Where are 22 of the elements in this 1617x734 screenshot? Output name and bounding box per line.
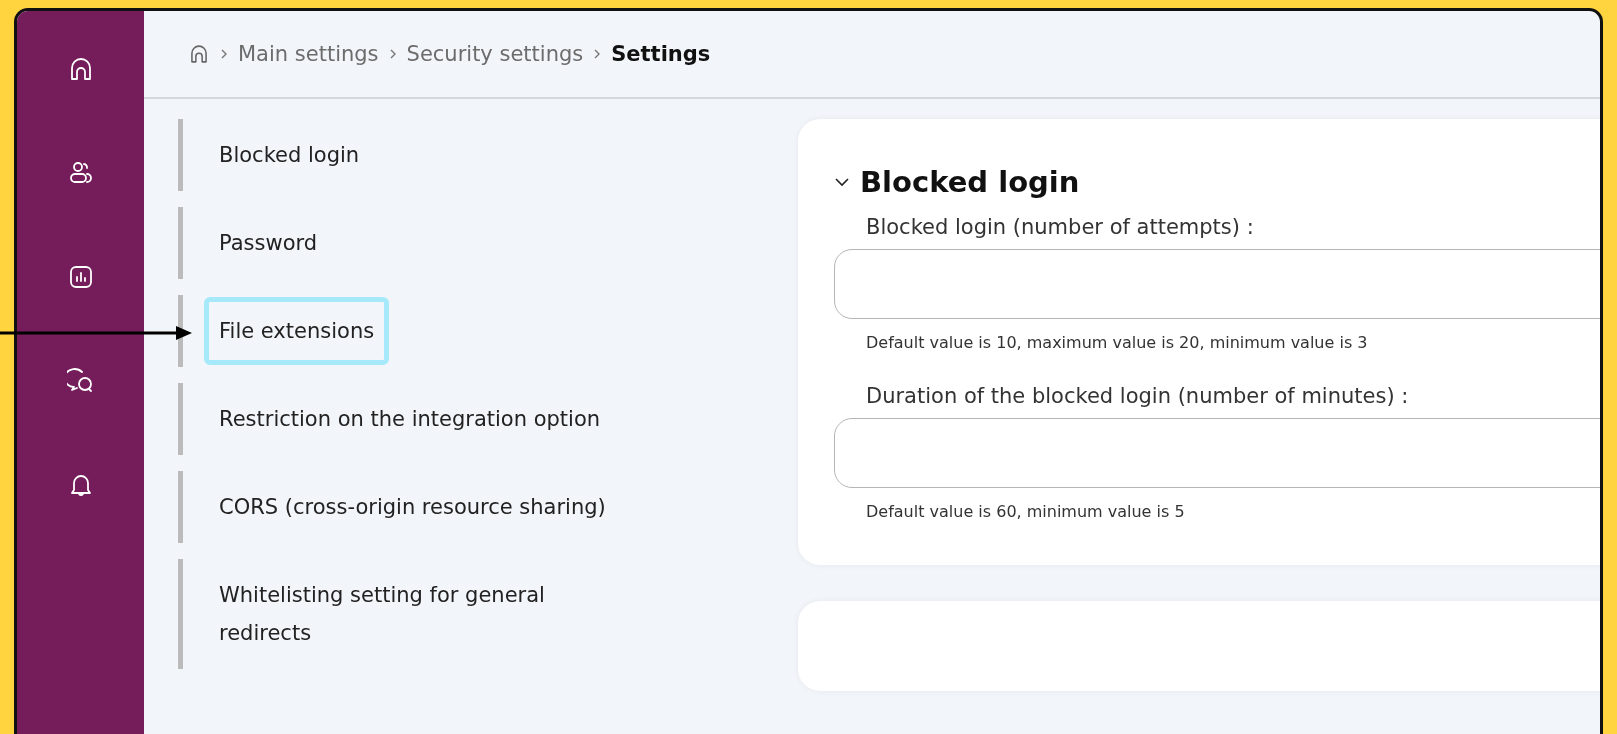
input-field[interactable] bbox=[834, 418, 1600, 488]
breadcrumb-link[interactable]: Security settings bbox=[406, 42, 584, 66]
breadcrumb-link[interactable]: Main settings bbox=[238, 42, 379, 66]
chevron-right-icon bbox=[593, 48, 602, 60]
nav-item[interactable]: File extensions bbox=[204, 297, 390, 365]
help-text: Default value is 10, maximum value is 20, minimum value is 3 bbox=[865, 333, 1369, 352]
chat-icon[interactable] bbox=[66, 367, 95, 395]
home-icon[interactable] bbox=[188, 43, 210, 65]
nav-item[interactable]: Restriction on the integration option bbox=[204, 395, 616, 443]
input-field[interactable] bbox=[834, 249, 1600, 319]
nav-item[interactable]: Password bbox=[204, 219, 333, 267]
chevron-right-icon bbox=[220, 48, 228, 60]
chevron-right-icon bbox=[388, 48, 397, 60]
help-text: Default value is 60, minimum value is 5 bbox=[865, 502, 1186, 521]
nav-item[interactable]: CORS (cross-origin resource sharing) bbox=[204, 483, 621, 531]
field-label: Blocked login (number of attempts) : bbox=[865, 215, 1255, 239]
section-title: Blocked login bbox=[860, 165, 1080, 199]
chevron-down-icon[interactable] bbox=[834, 177, 850, 187]
nav-item[interactable]: Blocked login bbox=[204, 131, 375, 179]
breadcrumb-current: Settings bbox=[611, 42, 711, 66]
nav-item[interactable]: Whitelisting setting for general redirects bbox=[204, 571, 634, 657]
field-label: Duration of the blocked login (number of minutes) : bbox=[865, 384, 1410, 408]
